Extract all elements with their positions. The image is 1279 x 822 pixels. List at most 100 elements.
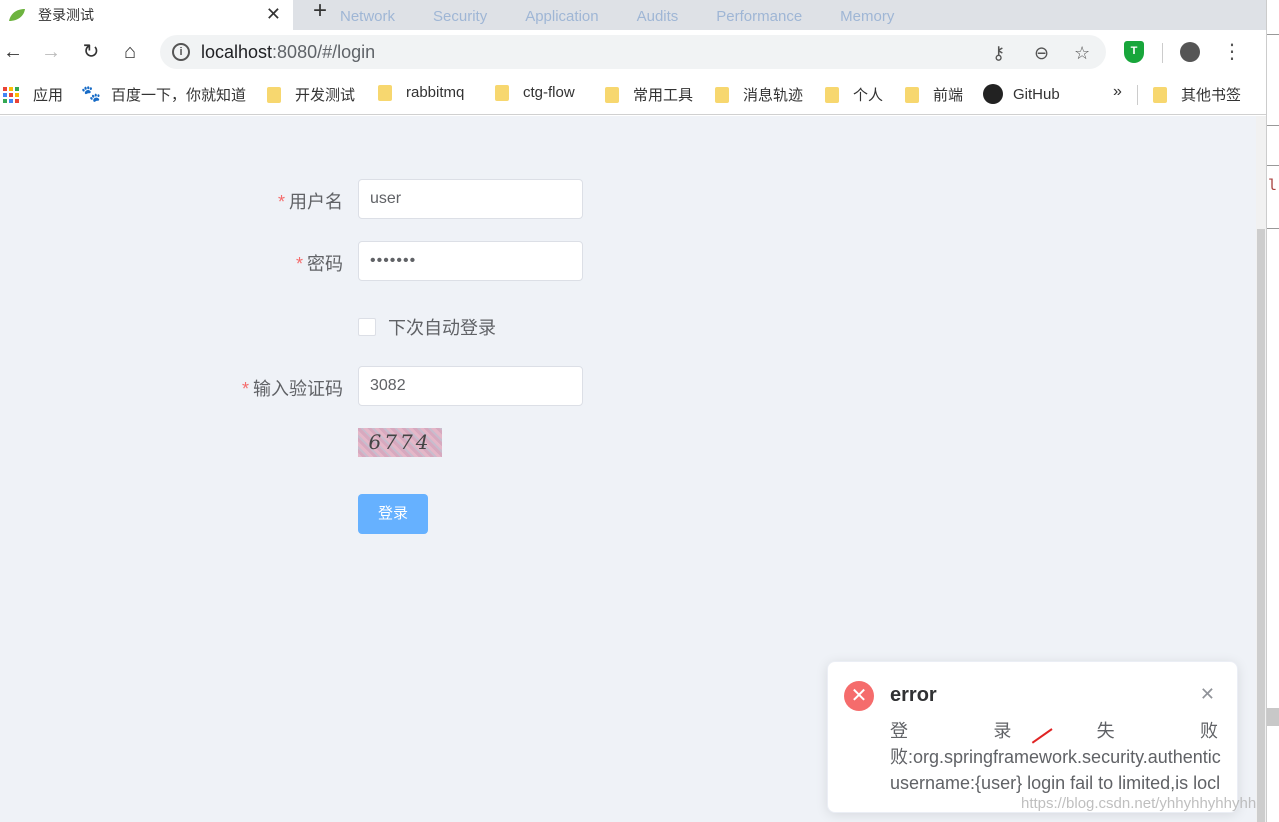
apps-grid-icon [3,86,19,103]
devtools-tab: Application [525,8,599,25]
captcha-input[interactable] [358,366,583,406]
devtools-tabs-bleed: Network Security Application Audits Perf… [340,8,894,25]
devtools-tab: Security [433,8,488,25]
tab-strip: 登录测试 ✕ + Network Security Application Au… [0,0,1279,30]
remember-label: 下次自动登录 [388,318,496,338]
devtools-line [1267,165,1279,166]
bookmark-baidu[interactable]: 🐾 百度一下，你就知道 [81,84,246,105]
bookmark-folder-tools[interactable]: 常用工具 [605,84,693,105]
address-url[interactable]: localhost:8080/#/login [201,42,375,63]
message-line-2: 败:org.springframework.security.authentic [890,747,1221,767]
bookmarks-divider [1137,85,1138,105]
bookmark-folder-ctg-flow[interactable]: ctg-flow [495,84,575,101]
error-circle-icon: ✕ [844,681,874,711]
bookmark-folder-rabbitmq[interactable]: rabbitmq [378,84,464,101]
scrollbar-thumb[interactable] [1257,229,1265,822]
tab-close-icon[interactable]: ✕ [266,5,281,23]
notification-title: error [890,684,937,706]
profile-avatar-icon[interactable] [1180,42,1200,62]
login-button[interactable]: 登录 [358,494,428,534]
folder-icon [267,86,281,103]
zoom-icon[interactable]: ⊖ [1034,43,1049,64]
new-tab-button[interactable]: + [303,0,337,24]
devtools-code: l: [1268,176,1279,194]
url-path: :8080/#/login [272,42,376,62]
bookmark-label: 开发测试 [295,87,356,104]
browser-tab[interactable]: 登录测试 ✕ [0,0,293,30]
devtools-line [1267,34,1279,35]
username-input[interactable] [358,179,583,219]
address-bar[interactable]: i localhost:8080/#/login ⚷ ⊖ ☆ [160,35,1106,69]
bookmark-label: rabbitmq [406,84,465,101]
folder-icon [715,86,729,103]
error-notification: ✕ error ✕ 登 录 失 败 败:org.springframework.… [827,661,1238,813]
message-line-3: username:{user} login fail to limited,is… [890,773,1221,793]
github-icon [983,84,1003,104]
message-char: 败 [1199,721,1218,741]
folder-icon [378,84,392,101]
bookmarks-overflow-icon[interactable]: » [1113,83,1122,101]
watermark: https://blog.csdn.net/yhhyhhyhhyhh [1021,795,1257,812]
bookmark-apps[interactable]: 应用 [3,84,63,105]
bookmark-label: 前端 [933,87,964,104]
password-input[interactable] [358,241,583,281]
message-char: 登 [890,721,908,741]
bookmarks-bar: 应用 🐾 百度一下，你就知道 开发测试 rabbitmq ctg-flow 常用… [0,75,1279,115]
site-info-icon[interactable]: i [172,43,190,61]
devtools-line [1267,228,1279,229]
bookmark-folder-message-trace[interactable]: 消息轨迹 [715,84,803,105]
bookmark-label: 其他书签 [1181,87,1242,104]
required-mark: * [277,192,285,212]
home-icon[interactable]: ⌂ [117,39,143,65]
bookmark-label: 个人 [853,87,884,104]
message-char: 失 [1096,721,1115,741]
devtools-tab: Network [340,8,396,25]
bookmark-label: ctg-flow [523,84,575,101]
bookmark-label: GitHub [1013,85,1060,103]
extension-shield-icon[interactable]: T [1124,41,1144,63]
required-mark: * [295,254,303,274]
devtools-edge: l: [1266,0,1279,822]
forward-icon[interactable]: → [38,39,64,65]
browser-toolbar: ← → ↻ ⌂ i localhost:8080/#/login ⚷ ⊖ ☆ T… [0,30,1279,75]
remember-me[interactable]: 下次自动登录 [358,314,496,340]
toolbar-divider [1162,43,1163,63]
devtools-tab: Performance [716,8,803,25]
back-icon[interactable]: ← [0,39,26,65]
devtools-tab: Audits [636,8,679,25]
message-line-1: 登 录 失 败 [890,718,1218,744]
captcha-label: * 输入验证码 [242,375,343,401]
bookmark-folder-other[interactable]: 其他书签 [1153,84,1241,105]
message-char: 录 [993,721,1012,741]
username-label-text: 用户名 [289,192,343,212]
notification-close-icon[interactable]: ✕ [1200,684,1215,705]
reload-icon[interactable]: ↻ [78,39,104,65]
key-icon[interactable]: ⚷ [992,43,1005,64]
captcha-label-text: 输入验证码 [253,379,343,399]
baidu-paw-icon: 🐾 [81,85,101,103]
bookmark-label: 应用 [33,87,64,104]
bookmark-folder-frontend[interactable]: 前端 [905,84,963,105]
folder-icon [1153,86,1167,103]
remember-checkbox[interactable] [358,318,376,336]
bookmark-star-icon[interactable]: ☆ [1074,43,1090,64]
password-label-text: 密码 [307,254,343,274]
browser-menu-icon[interactable]: ⋮ [1222,39,1242,64]
folder-icon [825,86,839,103]
folder-icon [605,86,619,103]
url-host: localhost [201,42,273,62]
bookmark-github[interactable]: GitHub [983,84,1060,104]
folder-icon [495,84,509,101]
devtools-tab: Memory [840,8,895,25]
bookmark-folder-dev-test[interactable]: 开发测试 [267,84,355,105]
bookmark-label: 常用工具 [633,87,694,104]
bookmark-label: 百度一下，你就知道 [111,87,247,104]
devtools-line [1267,125,1279,126]
page-scrollbar[interactable] [1256,116,1266,822]
captcha-image[interactable]: 6774 [358,428,442,457]
password-label: * 密码 [296,250,343,276]
bookmark-folder-personal[interactable]: 个人 [825,84,883,105]
username-label: * 用户名 [278,188,343,214]
devtools-block [1267,708,1279,726]
spring-leaf-icon [9,9,25,21]
